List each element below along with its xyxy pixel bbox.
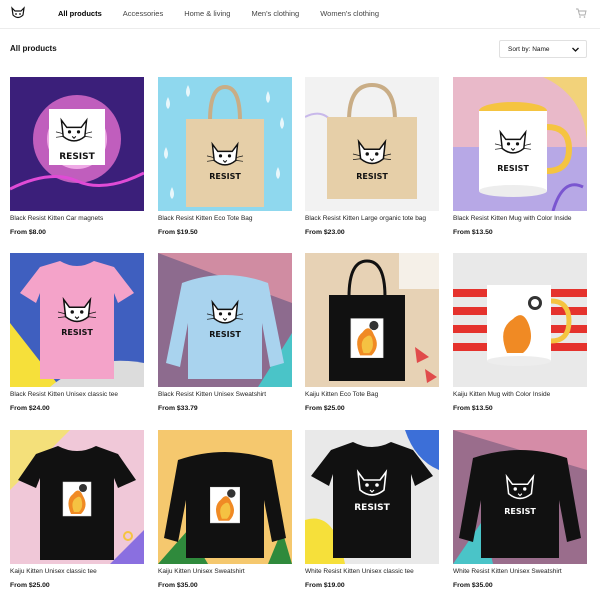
product-card[interactable]: RESIST White Resist Kitten Unisex classi… — [305, 430, 439, 589]
product-name[interactable]: Black Resist Kitten Mug with Color Insid… — [453, 215, 598, 222]
product-image[interactable]: RESIST — [158, 253, 292, 387]
artwork-resist-text: RESIST — [504, 507, 536, 516]
product-image[interactable]: RESIST — [305, 77, 439, 211]
sort-label: Sort by: Name — [508, 45, 550, 53]
product-card[interactable]: Kaiju Kitten Unisex classic tee From $25… — [10, 430, 144, 589]
product-price: From $33.79 — [158, 405, 198, 412]
product-name[interactable]: Black Resist Kitten Unisex classic tee — [10, 391, 155, 398]
cat-logo-icon[interactable] — [10, 5, 26, 21]
artwork-resist-text: RESIST — [61, 328, 93, 337]
nav-womens-clothing[interactable]: Women's clothing — [320, 9, 379, 18]
product-card[interactable]: RESIST White Resist Kitten Unisex Sweats… — [453, 430, 587, 589]
product-card[interactable]: RESIST Black Resist Kitten Unisex classi… — [10, 253, 144, 412]
product-price: From $19.00 — [305, 582, 345, 589]
nav-accessories[interactable]: Accessories — [123, 9, 163, 18]
product-card[interactable]: Kaiju Kitten Eco Tote Bag From $25.00 — [305, 253, 439, 412]
product-card[interactable]: RESIST Black Resist Kitten Unisex Sweats… — [158, 253, 292, 412]
artwork-resist-text: RESIST — [497, 164, 529, 173]
product-image[interactable] — [305, 253, 439, 387]
product-image[interactable] — [453, 253, 587, 387]
shopping-cart-icon[interactable] — [575, 7, 587, 19]
chevron-down-icon — [572, 47, 579, 52]
nav-mens-clothing[interactable]: Men's clothing — [251, 9, 299, 18]
product-card[interactable]: RESIST Black Resist Kitten Large organic… — [305, 77, 439, 236]
product-card[interactable]: RESIST Black Resist Kitten Mug with Colo… — [453, 77, 587, 236]
product-name[interactable]: White Resist Kitten Unisex classic tee — [305, 568, 450, 575]
product-card[interactable]: RESIST Black Resist Kitten Eco Tote Bag … — [158, 77, 292, 236]
product-image[interactable]: RESIST — [158, 77, 292, 211]
product-name[interactable]: White Resist Kitten Unisex Sweatshirt — [453, 568, 598, 575]
product-price: From $13.50 — [453, 405, 493, 412]
product-name[interactable]: Kaiju Kitten Eco Tote Bag — [305, 391, 450, 398]
product-name[interactable]: Kaiju Kitten Unisex classic tee — [10, 568, 155, 575]
product-image[interactable]: RESIST — [10, 253, 144, 387]
sort-dropdown[interactable]: Sort by: Name — [499, 40, 587, 58]
site-header: All products Accessories Home & living M… — [0, 0, 600, 28]
artwork-resist-text: RESIST — [59, 152, 95, 162]
product-price: From $19.50 — [158, 229, 198, 236]
product-name[interactable]: Black Resist Kitten Eco Tote Bag — [158, 215, 303, 222]
nav-home-living[interactable]: Home & living — [184, 9, 230, 18]
product-price: From $13.50 — [453, 229, 493, 236]
product-name[interactable]: Kaiju Kitten Mug with Color Inside — [453, 391, 598, 398]
page-title: All products — [10, 44, 57, 53]
product-image[interactable]: RESIST — [453, 77, 587, 211]
product-price: From $8.00 — [10, 229, 46, 236]
product-image[interactable]: RESIST — [305, 430, 439, 564]
artwork-resist-text: RESIST — [356, 172, 388, 181]
product-name[interactable]: Black Resist Kitten Unisex Sweatshirt — [158, 391, 303, 398]
product-price: From $24.00 — [10, 405, 50, 412]
product-name[interactable]: Black Resist Kitten Car magnets — [10, 215, 155, 222]
product-card[interactable]: Kaiju Kitten Mug with Color Inside From … — [453, 253, 587, 412]
product-price: From $23.00 — [305, 229, 345, 236]
product-price: From $35.00 — [453, 582, 493, 589]
artwork-resist-text: RESIST — [209, 172, 241, 181]
header-divider — [0, 28, 600, 29]
product-name[interactable]: Black Resist Kitten Large organic tote b… — [305, 215, 450, 222]
nav-all-products[interactable]: All products — [58, 9, 102, 18]
artwork-resist-text: RESIST — [209, 330, 241, 339]
main-nav: All products Accessories Home & living M… — [58, 9, 400, 18]
product-name[interactable]: Kaiju Kitten Unisex Sweatshirt — [158, 568, 303, 575]
product-card[interactable]: Kaiju Kitten Unisex Sweatshirt From $35.… — [158, 430, 292, 589]
product-image[interactable]: RESIST — [10, 77, 144, 211]
product-image[interactable] — [10, 430, 144, 564]
product-price: From $25.00 — [10, 582, 50, 589]
artwork-resist-text: RESIST — [354, 503, 390, 513]
product-image[interactable] — [158, 430, 292, 564]
product-image[interactable]: RESIST — [453, 430, 587, 564]
product-card[interactable]: RESIST Black Resist Kitten Car magnets F… — [10, 77, 144, 236]
product-price: From $35.00 — [158, 582, 198, 589]
product-price: From $25.00 — [305, 405, 345, 412]
